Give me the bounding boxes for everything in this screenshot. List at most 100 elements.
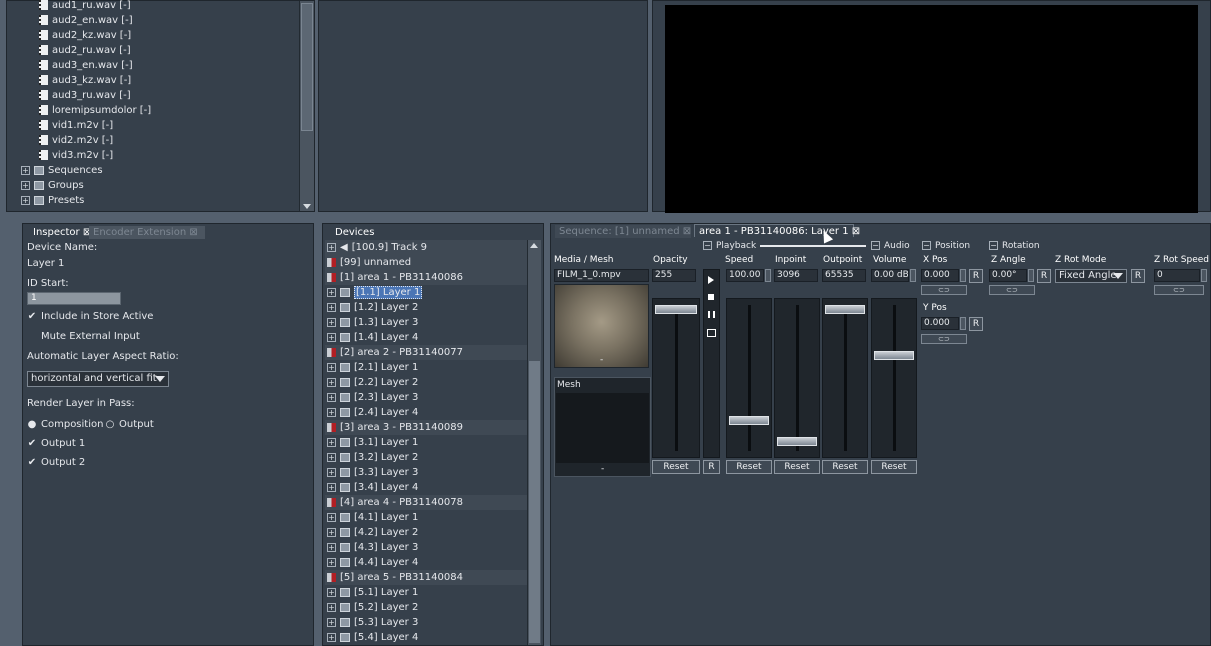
expand-icon[interactable]: + (327, 377, 336, 387)
section-playback[interactable]: − Playback (703, 241, 867, 251)
expand-icon[interactable]: + (327, 287, 336, 297)
include-store-checkbox[interactable]: ✔ Include in Store Active (27, 311, 154, 322)
tab-encoder-extension[interactable]: Encoder Extension ⊠ (89, 226, 205, 239)
file-item[interactable]: vid1.m2v [-] (39, 118, 113, 133)
device-item[interactable]: + [4.1] Layer 1 (325, 510, 527, 525)
play-icon[interactable] (708, 276, 714, 284)
device-item[interactable]: [3] area 3 - PB31140089 (325, 420, 527, 435)
scrollbar-thumb[interactable] (301, 3, 313, 131)
pause-icon[interactable] (708, 311, 715, 318)
device-item[interactable]: + [2.3] Layer 3 (325, 390, 527, 405)
file-item[interactable]: vid3.m2v [-] (39, 148, 113, 163)
speed-spinner[interactable] (765, 269, 771, 282)
file-item[interactable]: aud1_ru.wav [-] (39, 0, 131, 13)
device-item[interactable]: [5] area 5 - PB31140084 (325, 570, 527, 585)
device-item[interactable]: + [5.1] Layer 1 (325, 585, 527, 600)
folder-item[interactable]: + Sequences (21, 163, 103, 178)
expand-icon[interactable]: + (327, 542, 336, 552)
expand-icon[interactable]: + (327, 302, 336, 312)
composition-radio[interactable]: ● Composition (27, 419, 104, 430)
z-rot-speed-link-icon[interactable]: ⊂⊃ (1154, 285, 1204, 295)
device-item[interactable]: + [1.3] Layer 3 (325, 315, 527, 330)
slider-knob[interactable] (777, 437, 817, 447)
device-item[interactable]: [99] unnamed (325, 255, 527, 270)
output-radio[interactable]: ○ Output (105, 419, 154, 430)
device-item[interactable]: + [2.2] Layer 2 (325, 375, 527, 390)
speed-slider[interactable] (726, 298, 772, 458)
volume-spinner[interactable] (910, 269, 916, 282)
expand-icon[interactable]: + (327, 467, 336, 477)
volume-field[interactable]: 0.00 dB (871, 269, 909, 282)
expand-icon[interactable]: + (327, 362, 336, 372)
file-item[interactable]: aud2_en.wav [-] (39, 13, 133, 28)
file-item[interactable]: aud3_kz.wav [-] (39, 73, 131, 88)
device-item[interactable]: + [1.4] Layer 4 (325, 330, 527, 345)
scroll-up-icon[interactable] (530, 243, 538, 248)
outpoint-slider[interactable] (822, 298, 868, 458)
volume-reset-button[interactable]: Reset (871, 460, 917, 474)
z-rot-speed-field[interactable]: 0 (1154, 269, 1200, 282)
speed-reset-button[interactable]: Reset (726, 460, 772, 474)
expand-icon[interactable]: + (327, 632, 336, 642)
folder-item[interactable]: + Groups (21, 178, 84, 193)
close-icon[interactable]: ⊠ (683, 226, 691, 237)
inpoint-slider[interactable] (774, 298, 820, 458)
device-item[interactable]: + [4.2] Layer 2 (325, 525, 527, 540)
x-pos-r-button[interactable]: R (969, 269, 983, 283)
device-item[interactable]: + [2.4] Layer 4 (325, 405, 527, 420)
device-item[interactable]: + [3.4] Layer 4 (325, 480, 527, 495)
z-angle-spinner[interactable] (1028, 269, 1034, 282)
expand-icon[interactable]: + (327, 317, 336, 327)
x-pos-link-icon[interactable]: ⊂⊃ (921, 285, 967, 295)
section-rotation[interactable]: − Rotation (989, 241, 1040, 251)
file-tree-scrollbar[interactable] (299, 1, 314, 211)
opacity-field[interactable]: 255 (652, 269, 696, 282)
volume-slider[interactable] (871, 298, 917, 458)
devices-scrollbar[interactable] (527, 240, 541, 645)
file-item[interactable]: aud2_kz.wav [-] (39, 28, 131, 43)
device-item[interactable]: + [2.1] Layer 1 (325, 360, 527, 375)
file-item[interactable]: loremipsumdolor [-] (39, 103, 151, 118)
scrollbar-thumb[interactable] (529, 361, 540, 643)
y-pos-field[interactable]: 0.000 (921, 317, 959, 330)
expand-icon[interactable]: + (327, 512, 336, 522)
expand-icon[interactable]: + (327, 557, 336, 567)
file-item[interactable]: aud3_en.wav [-] (39, 58, 133, 73)
expand-icon[interactable]: + (327, 482, 336, 492)
opacity-slider[interactable] (652, 298, 700, 458)
slider-knob[interactable] (655, 305, 697, 314)
file-item[interactable]: aud3_ru.wav [-] (39, 88, 131, 103)
device-item[interactable]: + [1.1] Layer 1 (325, 285, 527, 300)
transport-r-button[interactable]: R (703, 460, 720, 474)
z-rot-mode-r-button[interactable]: R (1131, 269, 1145, 283)
expand-icon[interactable]: + (327, 527, 336, 537)
expand-icon[interactable]: + (327, 452, 336, 462)
expand-icon[interactable]: + (327, 332, 336, 342)
tab-devices[interactable]: Devices (331, 226, 375, 239)
inpoint-field[interactable]: 3096 (774, 269, 818, 282)
z-rot-speed-spinner[interactable] (1201, 269, 1207, 282)
id-start-field[interactable]: 1 (27, 292, 121, 305)
expand-icon[interactable]: + (21, 165, 30, 175)
outpoint-field[interactable]: 65535 (822, 269, 866, 282)
device-item[interactable]: + [4.4] Layer 4 (325, 555, 527, 570)
expand-icon[interactable]: + (21, 195, 30, 205)
x-pos-spinner[interactable] (960, 269, 966, 282)
expand-icon[interactable]: + (327, 437, 336, 447)
device-item[interactable]: + [4.3] Layer 3 (325, 540, 527, 555)
expand-icon[interactable]: + (327, 587, 336, 597)
device-item[interactable]: + [3.1] Layer 1 (325, 435, 527, 450)
device-item[interactable]: [1] area 1 - PB31140086 (325, 270, 527, 285)
y-pos-link-icon[interactable]: ⊂⊃ (921, 334, 967, 344)
device-item[interactable]: [4] area 4 - PB31140078 (325, 495, 527, 510)
close-icon[interactable]: ⊠ (189, 227, 197, 238)
z-rot-mode-select[interactable]: Fixed Angle (1055, 269, 1127, 283)
expand-icon[interactable]: + (327, 392, 336, 402)
z-angle-r-button[interactable]: R (1037, 269, 1051, 283)
expand-icon[interactable]: + (327, 617, 336, 627)
stop-icon[interactable] (708, 294, 714, 300)
expand-icon[interactable]: + (327, 602, 336, 612)
device-item[interactable]: + [5.2] Layer 2 (325, 600, 527, 615)
y-pos-spinner[interactable] (960, 317, 966, 330)
opacity-reset-button[interactable]: Reset (652, 460, 700, 474)
